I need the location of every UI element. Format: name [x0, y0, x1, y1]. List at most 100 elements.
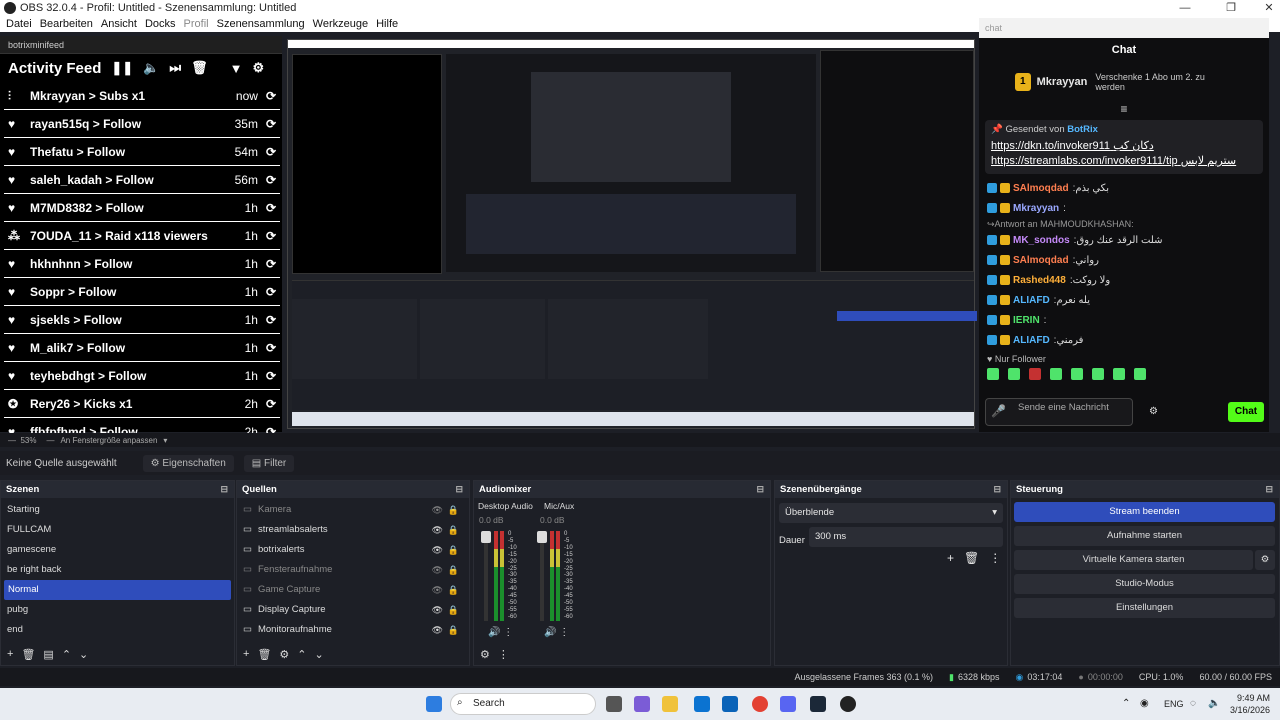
replay-icon[interactable]: ⟳ — [266, 397, 276, 411]
minimize-button[interactable]: — — [1166, 0, 1204, 16]
trash-icon[interactable]: 🗑 — [21, 648, 35, 661]
pause-icon[interactable]: ❚❚ — [111, 60, 133, 76]
app-icon[interactable] — [634, 696, 650, 712]
menu-werkzeuge[interactable]: Werkzeuge — [313, 18, 368, 30]
gear-icon[interactable]: ⚙ — [252, 60, 264, 76]
mixer-settings-icon[interactable]: ⚙ — [480, 648, 490, 661]
obs-taskbar-icon[interactable] — [840, 696, 856, 712]
properties-button[interactable]: ⚙ Eigenschaften — [142, 454, 234, 472]
dock-menu-icon[interactable]: ⊟ — [1265, 484, 1273, 495]
chat-username[interactable]: SAlmoqdad — [1013, 255, 1069, 266]
gear-icon[interactable]: ⚙ — [279, 648, 289, 661]
chat-username[interactable]: ALIAFD — [1013, 295, 1050, 306]
menu-ansicht[interactable]: Ansicht — [101, 18, 137, 30]
trash-icon[interactable]: 🗑 — [257, 648, 271, 661]
source-item[interactable]: ▭ Kamera 👁 🔒 — [237, 500, 469, 520]
close-button[interactable]: ✕ — [1250, 0, 1280, 16]
zoom-plus-icon[interactable]: — — [46, 436, 54, 445]
chat-username[interactable]: Rashed448 — [1013, 275, 1066, 286]
visibility-eye-icon[interactable]: 👁 — [432, 620, 443, 640]
lock-icon[interactable]: 🔒 — [448, 560, 459, 580]
mic-icon[interactable]: 🎤 — [991, 404, 1006, 418]
source-item[interactable]: ▭ Fensteraufnahme 👁 🔒 — [237, 560, 469, 580]
lock-icon[interactable]: 🔒 — [448, 600, 459, 620]
menu-bearbeiten[interactable]: Bearbeiten — [40, 18, 93, 30]
mic-volume-slider[interactable] — [540, 531, 544, 621]
chat-username[interactable]: ALIAFD — [1013, 335, 1050, 346]
replay-icon[interactable]: ⟳ — [266, 201, 276, 215]
scene-item[interactable]: pubg — [1, 600, 234, 620]
chevron-down-icon[interactable]: ⌄ — [79, 648, 88, 661]
scene-item[interactable]: end — [1, 620, 234, 640]
chevron-up-icon[interactable]: ⌃ — [297, 648, 306, 661]
scene-item[interactable]: be right back — [1, 560, 234, 580]
lock-icon[interactable]: 🔒 — [448, 540, 459, 560]
discord-icon[interactable] — [780, 696, 796, 712]
virtual-camera-button[interactable]: Virtuelle Kamera starten — [1014, 550, 1253, 570]
task-view-icon[interactable] — [606, 696, 622, 712]
menu-hilfe[interactable]: Hilfe — [376, 18, 398, 30]
lock-icon[interactable]: 🔒 — [448, 580, 459, 600]
lock-icon[interactable]: 🔒 — [448, 520, 459, 540]
add-icon[interactable]: + — [947, 551, 954, 565]
trash-icon[interactable]: 🗑 — [964, 551, 979, 565]
more-icon[interactable]: ⋮ — [498, 648, 509, 661]
visibility-eye-icon[interactable]: 👁 — [432, 520, 443, 540]
preview-canvas[interactable] — [287, 39, 977, 429]
clock[interactable]: 9:49 AM 3/16/2026 — [1230, 692, 1270, 716]
filter-icon[interactable]: ▼ — [230, 61, 243, 76]
chevron-down-icon[interactable]: ▾ — [163, 436, 167, 445]
replay-icon[interactable]: ⟳ — [266, 117, 276, 131]
source-item[interactable]: ▭ Display Capture 👁 🔒 — [237, 600, 469, 620]
emote-icon[interactable] — [1050, 368, 1062, 380]
trash-icon[interactable]: 🗑 — [191, 60, 208, 76]
source-item[interactable]: ▭ Monitoraufnahme 👁 🔒 — [237, 620, 469, 640]
chat-input[interactable]: Sende eine Nachricht — [985, 398, 1133, 426]
store-icon[interactable] — [694, 696, 710, 712]
source-item[interactable]: ▭ streamlabsalerts 👁 🔒 — [237, 520, 469, 540]
emote-icon[interactable] — [1071, 368, 1083, 380]
replay-icon[interactable]: ⟳ — [266, 229, 276, 243]
gear-icon[interactable]: ⚙ — [1255, 550, 1275, 570]
emote-icon[interactable] — [1008, 368, 1020, 380]
replay-icon[interactable]: ⟳ — [266, 257, 276, 271]
zoom-minus-icon[interactable]: — — [8, 436, 20, 445]
source-item[interactable]: ▭ Game Capture 👁 🔒 — [237, 580, 469, 600]
filter-button[interactable]: ▤ Filter — [243, 454, 295, 472]
scene-item[interactable]: Normal — [4, 580, 231, 600]
lock-icon[interactable]: 🔒 — [448, 500, 459, 520]
menu-szenensammlung[interactable]: Szenensammlung — [217, 18, 305, 30]
emote-icon[interactable] — [987, 368, 999, 380]
replay-icon[interactable]: ⟳ — [266, 89, 276, 103]
chat-username[interactable]: MK_sondos — [1013, 235, 1070, 246]
add-icon[interactable]: + — [7, 648, 13, 661]
chat-username[interactable]: Mkrayyan — [1013, 203, 1059, 214]
settings-button[interactable]: Einstellungen — [1014, 598, 1275, 618]
tray-chevron-icon[interactable]: ⌃ — [1122, 698, 1130, 709]
chat-username[interactable]: IERIN — [1013, 315, 1040, 326]
chat-tools-icon[interactable]: ⚙ — [1149, 406, 1158, 417]
tray-obs-icon[interactable]: ◉ — [1140, 698, 1149, 709]
chevron-up-icon[interactable]: ⌃ — [62, 648, 71, 661]
dock-menu-icon[interactable]: ⊟ — [993, 484, 1001, 495]
steam-icon[interactable] — [810, 696, 826, 712]
scene-item[interactable]: FULLCAM — [1, 520, 234, 540]
mic-speaker-icon[interactable]: 🔊 ⋮ — [544, 627, 569, 638]
emote-icon[interactable] — [1134, 368, 1146, 380]
visibility-eye-icon[interactable]: 👁 — [432, 500, 443, 520]
add-icon[interactable]: + — [243, 648, 249, 661]
network-icon[interactable]: ◌ — [1190, 698, 1196, 709]
skip-icon[interactable]: ⏭ — [169, 60, 181, 76]
taskbar-search[interactable]: Search — [450, 693, 596, 715]
studio-mode-button[interactable]: Studio-Modus — [1014, 574, 1275, 594]
visibility-eye-icon[interactable]: 👁 — [432, 540, 443, 560]
emote-icon[interactable] — [1113, 368, 1125, 380]
scene-item[interactable]: gamescene — [1, 540, 234, 560]
desktop-speaker-icon[interactable]: 🔊 ⋮ — [488, 627, 513, 638]
chevron-down-icon[interactable]: ⌄ — [315, 648, 324, 661]
emote-icon[interactable] — [1092, 368, 1104, 380]
filter-icon[interactable]: ▤ — [43, 648, 53, 661]
source-item[interactable]: ▭ botrixalerts 👁 🔒 — [237, 540, 469, 560]
chrome-icon[interactable] — [752, 696, 768, 712]
desktop-slider-handle[interactable] — [481, 531, 491, 543]
